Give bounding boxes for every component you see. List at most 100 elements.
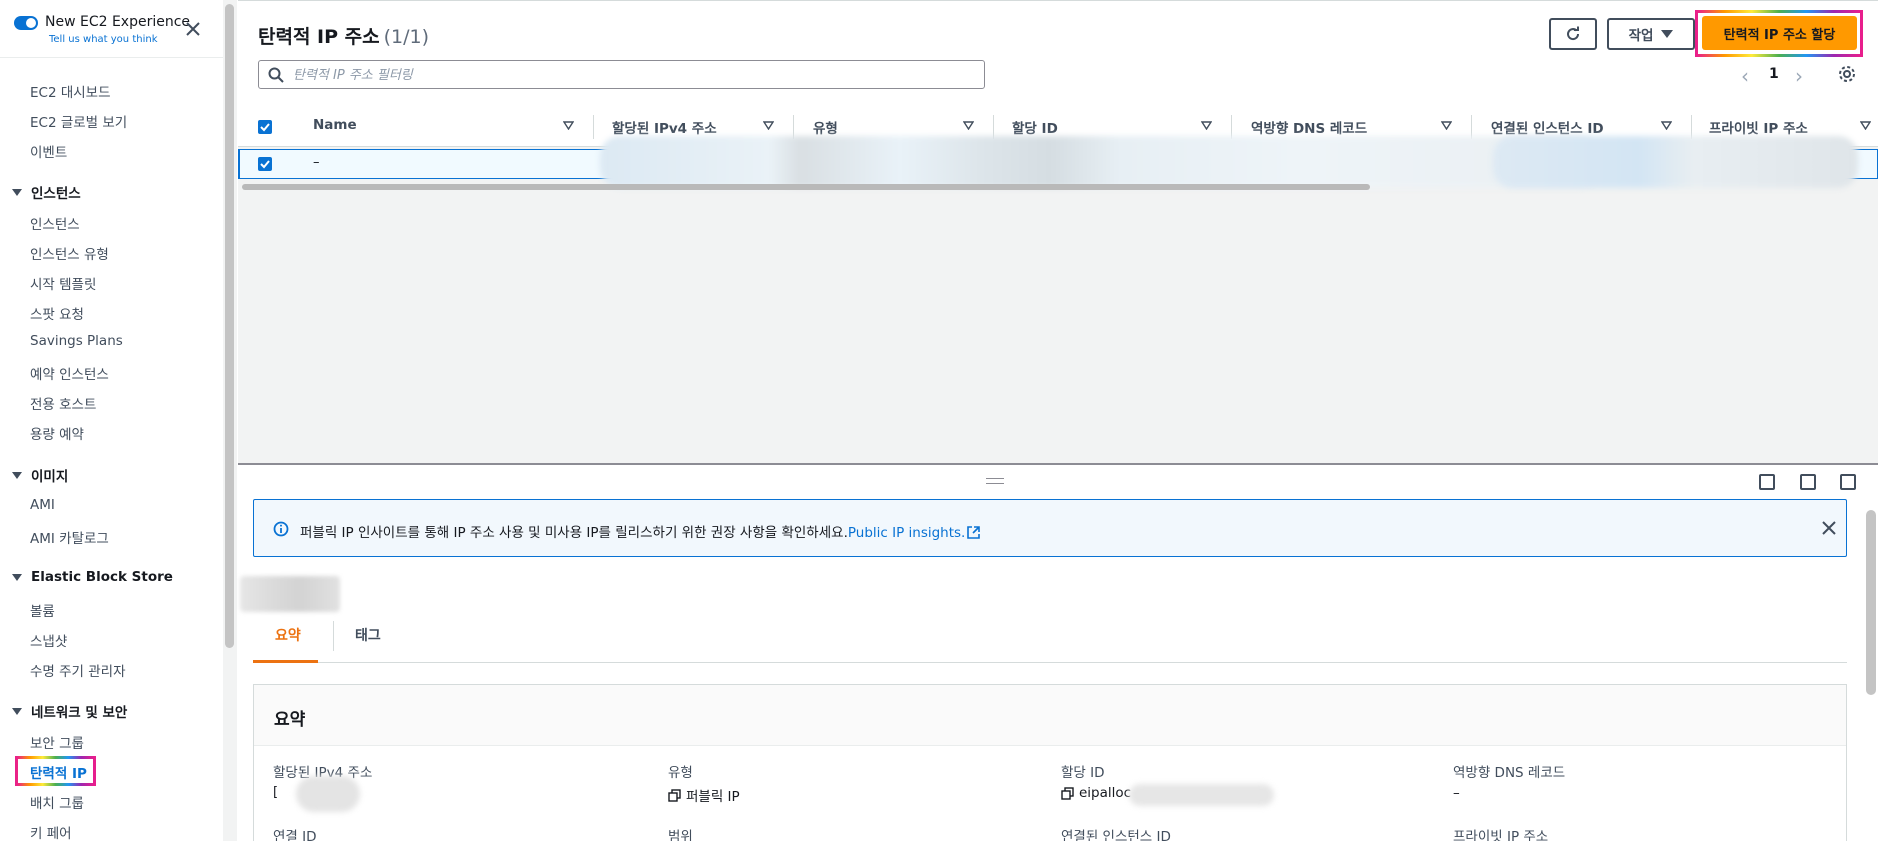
info-icon	[273, 521, 289, 537]
nav-item-spot-requests[interactable]: 스팟 요청	[30, 303, 84, 323]
allocate-elastic-ip-button[interactable]: 탄력적 IP 주소 할당	[1702, 16, 1857, 50]
column-header-reverse-dns[interactable]: 역방향 DNS 레코드	[1251, 117, 1367, 137]
tab-divider	[333, 621, 334, 651]
column-header-allocated-ipv4[interactable]: 할당된 IPv4 주소	[612, 117, 717, 137]
select-all-checkbox[interactable]	[258, 120, 272, 134]
panel-full-icon[interactable]	[1840, 474, 1856, 490]
copy-icon[interactable]	[1061, 786, 1074, 800]
nav-item-snapshots[interactable]: 스냅샷	[30, 630, 67, 650]
nav-item-reserved-instances[interactable]: 예약 인스턴스	[30, 363, 109, 383]
refresh-icon	[1567, 26, 1580, 41]
column-header-name[interactable]: Name	[313, 117, 357, 133]
nav-section-instances[interactable]: 인스턴스	[12, 182, 81, 202]
external-link-icon[interactable]	[967, 526, 981, 539]
nav-item-key-pairs[interactable]: 키 페어	[30, 822, 72, 841]
sort-icon[interactable]	[1860, 121, 1871, 130]
table-panel: 탄력적 IP 주소(1/1) 작업 탄력적 IP 주소 할당 ‹ 1 › Nam…	[238, 0, 1878, 463]
chevron-left-icon[interactable]: ‹	[1741, 64, 1749, 88]
redacted-value	[1129, 784, 1274, 806]
nav-item-instances[interactable]: 인스턴스	[30, 213, 80, 233]
copy-icon[interactable]	[668, 788, 681, 802]
field-label-associated-instance: 연결된 인스턴스 ID	[1061, 829, 1171, 841]
checkbox-icon	[260, 160, 270, 169]
gear-icon[interactable]	[1838, 65, 1856, 83]
resize-handle-icon[interactable]	[986, 478, 1004, 484]
nav-item-elastic-ip[interactable]: 탄력적 IP	[30, 762, 87, 782]
nav-item-dedicated-hosts[interactable]: 전용 호스트	[30, 393, 96, 413]
main-content: 탄력적 IP 주소(1/1) 작업 탄력적 IP 주소 할당 ‹ 1 › Nam…	[238, 0, 1878, 841]
nav-item-events[interactable]: 이벤트	[30, 141, 67, 161]
nav-section-ebs[interactable]: Elastic Block Store	[12, 569, 173, 585]
summary-card: 요약 할당된 IPv4 주소 [ 유형 퍼블릭 IP 할당 ID eipallo…	[253, 684, 1847, 841]
nav-item-ami[interactable]: AMI	[30, 497, 55, 513]
main-scrollbar[interactable]	[1866, 510, 1876, 695]
public-ip-insights-link[interactable]: Public IP insights.	[848, 525, 966, 541]
nav-item-capacity-reservations[interactable]: 용량 예약	[30, 423, 84, 443]
tab-tags[interactable]: 태그	[355, 625, 381, 645]
row-checkbox[interactable]	[258, 157, 272, 171]
close-icon[interactable]	[1820, 519, 1838, 537]
horizontal-scrollbar[interactable]	[242, 184, 1370, 190]
nav-item-ec2-global-view[interactable]: EC2 글로벌 보기	[30, 111, 127, 131]
chevron-right-icon[interactable]: ›	[1795, 64, 1803, 88]
column-header-instance-id[interactable]: 연결된 인스턴스 ID	[1491, 117, 1604, 137]
nav-section-network-security[interactable]: 네트워크 및 보안	[12, 701, 127, 721]
field-value-allocation-id: eipalloc	[1061, 785, 1131, 801]
sort-icon[interactable]	[563, 121, 574, 130]
sort-icon[interactable]	[1201, 121, 1212, 130]
nav-section-label: 이미지	[31, 469, 69, 485]
page-title-text: 탄력적 IP 주소	[258, 26, 380, 48]
page-number[interactable]: 1	[1769, 66, 1779, 82]
column-header-type[interactable]: 유형	[813, 117, 838, 137]
summary-title: 요약	[274, 710, 306, 730]
sidebar-header: New EC2 Experience Tell us what you thin…	[0, 0, 223, 58]
sort-icon[interactable]	[963, 121, 974, 130]
allocation-id-text: eipalloc	[1079, 785, 1132, 801]
nav-item-security-groups[interactable]: 보안 그룹	[30, 732, 84, 752]
column-header-allocation-id[interactable]: 할당 ID	[1012, 117, 1058, 137]
nav-section-label: 인스턴스	[31, 186, 81, 202]
detail-tabs: 요약 태그	[253, 615, 1847, 663]
field-label-association-id: 연결 ID	[273, 829, 317, 841]
nav-item-lifecycle-manager[interactable]: 수명 주기 관리자	[30, 660, 126, 680]
caret-down-icon	[12, 471, 22, 479]
sort-icon[interactable]	[1441, 121, 1452, 130]
active-tab-indicator	[253, 660, 318, 663]
caret-down-icon	[1661, 30, 1674, 38]
tab-summary[interactable]: 요약	[275, 625, 301, 645]
sidebar-scrollbar[interactable]	[225, 4, 234, 648]
filter-box[interactable]	[258, 60, 985, 89]
search-icon	[268, 67, 284, 83]
sort-icon[interactable]	[1661, 121, 1672, 130]
redacted-row-data	[600, 136, 1600, 188]
nav-item-ec2-dashboard[interactable]: EC2 대시보드	[30, 81, 111, 101]
column-header-private-ip[interactable]: 프라이빗 IP 주소	[1709, 117, 1808, 137]
nav-item-volumes[interactable]: 볼륨	[30, 600, 55, 620]
nav-item-instance-types[interactable]: 인스턴스 유형	[30, 243, 109, 263]
column-divider[interactable]	[593, 115, 594, 139]
nav-item-launch-templates[interactable]: 시작 템플릿	[30, 273, 96, 293]
close-icon[interactable]	[184, 20, 202, 38]
filter-input[interactable]	[293, 64, 973, 86]
summary-card-header: 요약	[254, 685, 1846, 746]
feedback-link[interactable]: Tell us what you think	[49, 34, 158, 45]
nav-item-ami-catalog[interactable]: AMI 카탈로그	[30, 527, 109, 547]
nav-section-images[interactable]: 이미지	[12, 465, 68, 485]
field-value-type: 퍼블릭 IP	[668, 785, 740, 805]
row-name-cell: –	[313, 155, 320, 170]
field-value-allocated-ipv4: [	[273, 785, 279, 800]
info-text: 퍼블릭 IP 인사이트를 통해 IP 주소 사용 및 미사용 IP를 릴리스하기…	[300, 521, 981, 541]
actions-label: 작업	[1628, 28, 1654, 44]
field-label-allocation-id: 할당 ID	[1061, 765, 1105, 781]
field-label-private-ip: 프라이빗 IP 주소	[1453, 829, 1549, 841]
nav-item-placement-groups[interactable]: 배치 그룹	[30, 792, 84, 812]
sort-icon[interactable]	[763, 121, 774, 130]
actions-dropdown[interactable]: 작업	[1607, 18, 1695, 50]
panel-bottom-icon[interactable]	[1759, 474, 1775, 490]
refresh-button[interactable]	[1549, 18, 1597, 50]
nav-item-savings-plans[interactable]: Savings Plans	[30, 333, 123, 349]
panel-side-icon[interactable]	[1800, 474, 1816, 490]
split-panel-divider[interactable]	[238, 463, 1878, 465]
new-experience-toggle-icon[interactable]	[14, 16, 38, 30]
caret-down-icon	[12, 573, 22, 581]
